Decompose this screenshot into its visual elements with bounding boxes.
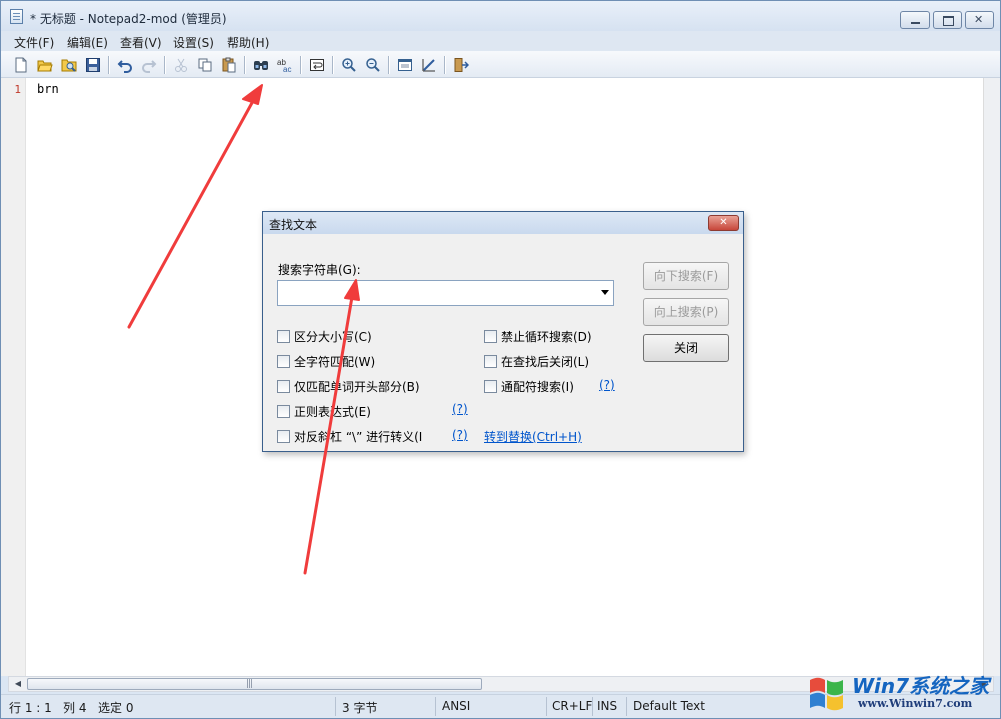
option-whole-word[interactable]: 全字符匹配(W): [277, 353, 375, 369]
grip-icon: |||: [246, 679, 253, 689]
option-match-case[interactable]: 区分大小写(C): [277, 328, 372, 344]
watermark-url: www.Winwin7.com: [858, 697, 973, 710]
save-icon[interactable]: [84, 56, 102, 74]
status-scheme[interactable]: Default Text: [633, 699, 705, 713]
status-eol[interactable]: CR+LF: [552, 699, 592, 713]
windows-logo-icon: [810, 677, 843, 711]
dialog-close-icon[interactable]: ✕: [708, 215, 739, 231]
dropdown-arrow-icon[interactable]: [601, 290, 609, 295]
checkbox[interactable]: [277, 429, 290, 443]
dialog-title-bar: 查找文本 ✕: [263, 212, 743, 234]
help-link-escape[interactable]: (?): [452, 428, 468, 442]
exit-icon[interactable]: [452, 56, 470, 74]
copy-icon[interactable]: [196, 56, 214, 74]
checkbox[interactable]: [484, 329, 497, 343]
scheme-icon[interactable]: [396, 56, 414, 74]
minimize-button[interactable]: [900, 11, 930, 29]
scroll-left-icon[interactable]: ◀: [10, 677, 26, 691]
status-separator: [592, 697, 593, 716]
status-line-col: 行 1 : 1: [9, 701, 52, 715]
option-regex[interactable]: 正则表达式(E): [277, 403, 371, 419]
search-string-label: 搜索字符串(G):: [278, 263, 361, 277]
cut-icon[interactable]: [172, 56, 190, 74]
status-encoding[interactable]: ANSI: [442, 699, 470, 713]
checkbox[interactable]: [484, 354, 497, 368]
menu-help[interactable]: 帮助(H): [227, 34, 269, 51]
menu-edit[interactable]: 编辑(E): [67, 34, 108, 51]
line-number-gutter: 1: [1, 78, 26, 676]
notepad-app-icon: [10, 9, 23, 24]
svg-text:ac: ac: [283, 65, 291, 73]
dialog-title: 查找文本: [269, 218, 318, 232]
help-link-regex[interactable]: (?): [452, 402, 468, 416]
status-size: 3 字节: [342, 701, 378, 715]
status-separator: [546, 697, 547, 716]
checkbox[interactable]: [277, 329, 290, 343]
toolbar: ab ac: [1, 51, 1000, 78]
toolbar-separator: [388, 56, 389, 74]
status-separator: [435, 697, 436, 716]
new-file-icon[interactable]: [12, 56, 30, 74]
search-input[interactable]: [280, 283, 590, 303]
menu-file[interactable]: 文件(F): [14, 34, 54, 51]
find-icon[interactable]: [252, 56, 270, 74]
close-window-button[interactable]: [965, 11, 994, 29]
toolbar-separator: [164, 56, 165, 74]
undo-icon[interactable]: [116, 56, 134, 74]
checkbox[interactable]: [277, 404, 290, 418]
word-wrap-icon[interactable]: [308, 56, 326, 74]
menu-bar: 文件(F) 编辑(E) 查看(V) 设置(S) 帮助(H): [1, 31, 1000, 51]
status-separator: [335, 697, 336, 716]
option-word-start[interactable]: 仅匹配单词开头部分(B): [277, 378, 420, 394]
status-selection: 选定 0: [98, 701, 134, 715]
maximize-button[interactable]: [933, 11, 962, 29]
option-wildcard[interactable]: 通配符搜索(I): [484, 378, 574, 394]
replace-icon[interactable]: ab ac: [276, 56, 294, 74]
checkbox[interactable]: [277, 379, 290, 393]
open-file-icon[interactable]: [36, 56, 54, 74]
scrollbar-thumb[interactable]: |||: [27, 678, 482, 690]
option-no-wrap[interactable]: 禁止循环搜索(D): [484, 328, 592, 344]
option-close-after-find[interactable]: 在查找后关闭(L): [484, 353, 589, 369]
help-link-wildcard[interactable]: (?): [599, 378, 615, 392]
toolbar-separator: [332, 56, 333, 74]
status-column: 列 4: [63, 701, 87, 715]
toolbar-separator: [108, 56, 109, 74]
toolbar-separator: [444, 56, 445, 74]
checkbox[interactable]: [484, 379, 497, 393]
toolbar-separator: [300, 56, 301, 74]
paste-icon[interactable]: [220, 56, 238, 74]
editor-text[interactable]: brn: [37, 82, 59, 96]
search-combobox[interactable]: [277, 280, 614, 306]
zoom-in-icon[interactable]: [340, 56, 358, 74]
redo-icon[interactable]: [140, 56, 158, 74]
find-next-button[interactable]: 向下搜索(F): [643, 262, 729, 290]
dialog-body: 搜索字符串(G): 区分大小写(C) 全字符匹配(W) 仅匹配单词开头部分(B)…: [263, 234, 743, 451]
option-escape-backslash[interactable]: 对反斜杠 “\” 进行转义(I: [277, 428, 422, 444]
menu-view[interactable]: 查看(V): [120, 34, 162, 51]
zoom-out-icon[interactable]: [364, 56, 382, 74]
browse-icon[interactable]: [60, 56, 78, 74]
checkbox[interactable]: [277, 354, 290, 368]
find-previous-button[interactable]: 向上搜索(P): [643, 298, 729, 326]
find-dialog: 查找文本 ✕ 搜索字符串(G): 区分大小写(C) 全字符匹配(W) 仅匹配单词…: [262, 211, 744, 452]
customize-icon[interactable]: [420, 56, 438, 74]
goto-replace-link[interactable]: 转到替换(Ctrl+H): [484, 428, 582, 445]
toolbar-separator: [244, 56, 245, 74]
menu-settings[interactable]: 设置(S): [173, 34, 214, 51]
title-bar: * 无标题 - Notepad2-mod (管理员): [1, 1, 1000, 31]
line-number: 1: [14, 83, 21, 96]
watermark-brand: Win7系统之家: [852, 674, 990, 698]
close-dialog-button[interactable]: 关闭: [643, 334, 729, 362]
window-title: * 无标题 - Notepad2-mod (管理员): [30, 12, 227, 26]
status-separator: [626, 697, 627, 716]
status-mode[interactable]: INS: [597, 699, 617, 713]
vertical-scrollbar[interactable]: [983, 78, 1000, 676]
watermark: Win7系统之家 www.Winwin7.com: [806, 664, 1001, 719]
